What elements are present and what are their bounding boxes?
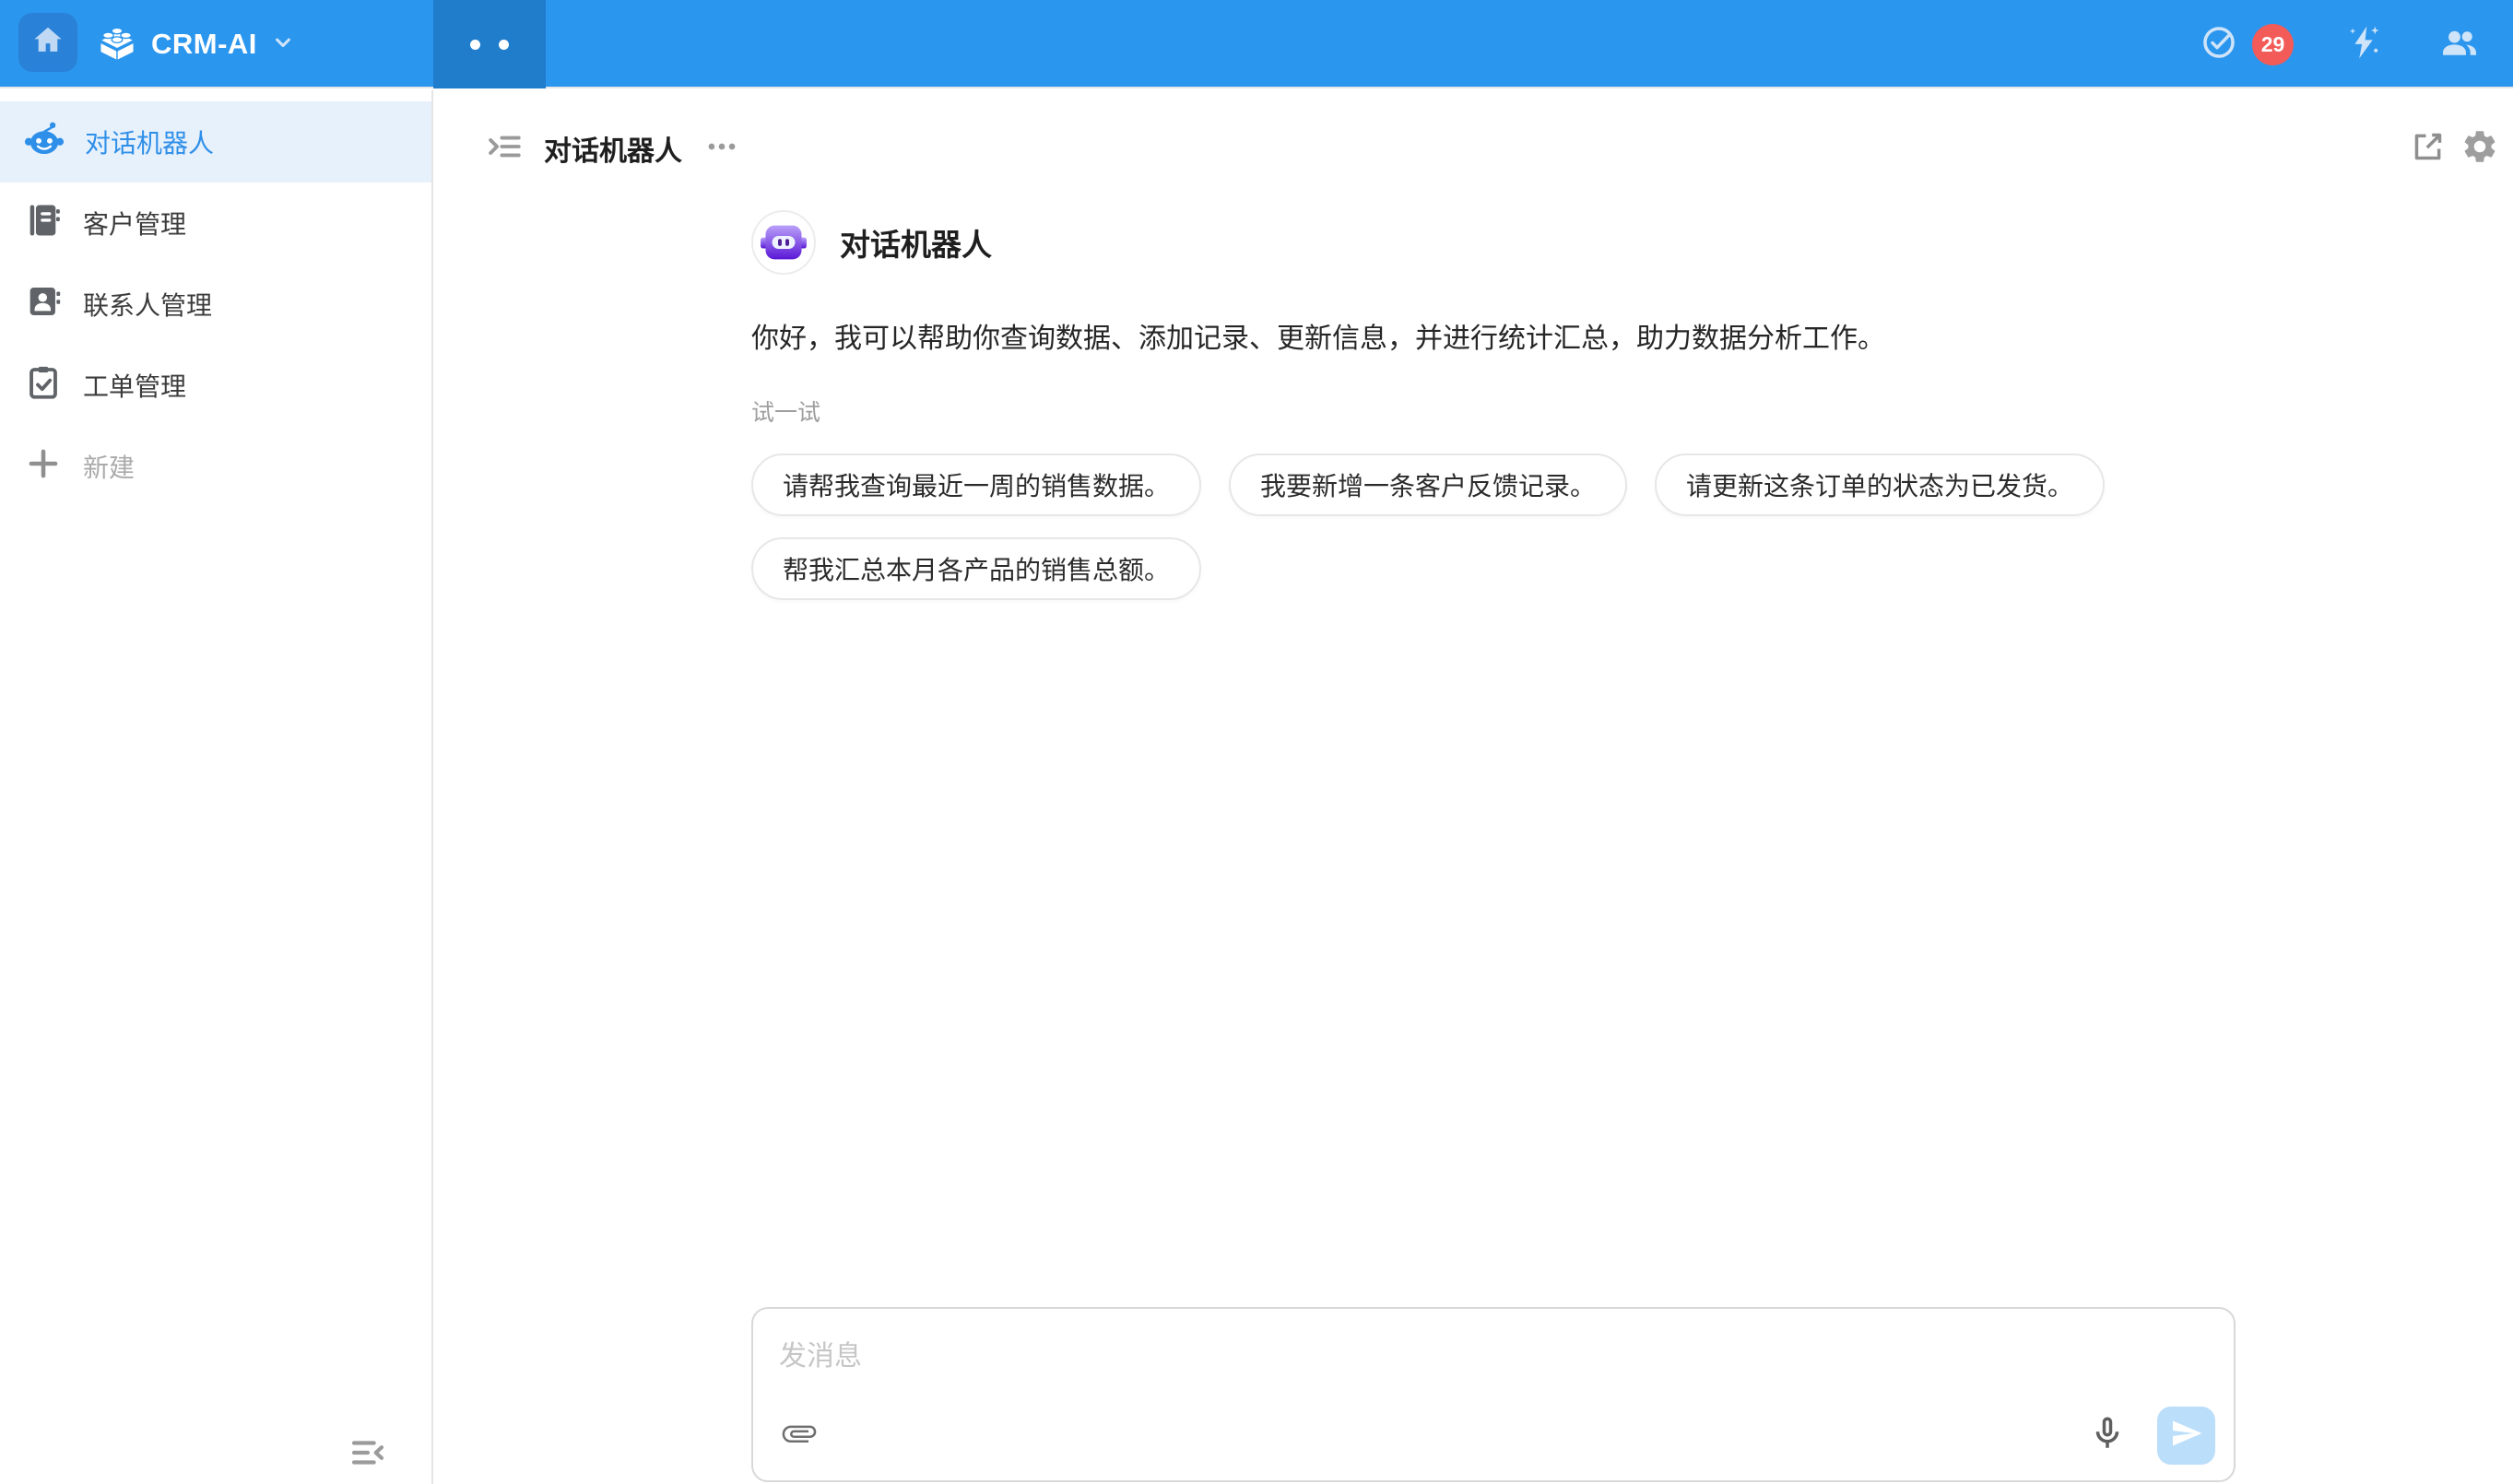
collapse-sidebar-button[interactable] bbox=[345, 1434, 391, 1475]
collapsed-tab[interactable] bbox=[433, 0, 546, 88]
main-header: 对话机器人 bbox=[435, 90, 2513, 206]
message-input[interactable] bbox=[753, 1309, 2234, 1403]
chat-area: 对话机器人 你好，我可以帮助你查询数据、添加记录、更新信息，并进行统计汇总，助力… bbox=[751, 210, 2236, 600]
plus-icon bbox=[24, 444, 63, 489]
sidebar-new-button[interactable]: 新建 bbox=[0, 426, 431, 507]
sidebar: 对话机器人 客户管理 bbox=[0, 90, 433, 1484]
main-content: 对话机器人 bbox=[435, 90, 2513, 1484]
sidebar-item-customers[interactable]: 客户管理 bbox=[0, 183, 431, 264]
sparkle-bolt-icon bbox=[2343, 22, 2384, 67]
collaborators-button[interactable] bbox=[2434, 18, 2485, 70]
ellipsis-icon bbox=[704, 129, 739, 169]
tab-more-dots-icon bbox=[499, 40, 509, 50]
sidebar-new-label: 新建 bbox=[83, 448, 135, 485]
suggestion-pill[interactable]: 请更新这条订单的状态为已发货。 bbox=[1655, 453, 2105, 516]
open-in-new-icon bbox=[2410, 128, 2447, 170]
message-composer bbox=[751, 1307, 2236, 1482]
send-button[interactable] bbox=[2157, 1407, 2215, 1465]
title-more-button[interactable] bbox=[704, 129, 739, 169]
automation-button[interactable] bbox=[2338, 18, 2389, 70]
home-icon bbox=[30, 23, 65, 63]
bot-avatar bbox=[751, 210, 816, 275]
notification-badge[interactable]: 29 bbox=[2252, 24, 2294, 65]
sidebar-item-tickets[interactable]: 工单管理 bbox=[0, 345, 431, 426]
people-icon bbox=[2439, 22, 2480, 67]
topbar: CRM-AI 29 bbox=[0, 0, 2513, 88]
tab-more-dots-icon bbox=[470, 40, 480, 50]
expand-view-button[interactable] bbox=[2402, 123, 2454, 174]
paperclip-icon bbox=[781, 1415, 818, 1456]
bot-name: 对话机器人 bbox=[840, 220, 992, 265]
gear-icon bbox=[2460, 127, 2499, 171]
collapse-sidebar-icon bbox=[347, 1434, 389, 1476]
suggestion-pill[interactable]: 我要新增一条客户反馈记录。 bbox=[1229, 453, 1627, 516]
send-icon bbox=[2170, 1417, 2203, 1455]
sidebar-item-label: 工单管理 bbox=[83, 367, 186, 404]
voice-input-button[interactable] bbox=[2083, 1411, 2131, 1459]
sidebar-item-label: 联系人管理 bbox=[83, 286, 212, 323]
logo-brick-icon bbox=[96, 21, 138, 68]
suggestion-list: 请帮我查询最近一周的销售数据。 我要新增一条客户反馈记录。 请更新这条订单的状态… bbox=[751, 453, 2134, 600]
app-name: CRM-AI bbox=[151, 28, 257, 61]
settings-button[interactable] bbox=[2454, 123, 2506, 174]
contact-card-icon bbox=[24, 282, 63, 327]
try-label: 试一试 bbox=[751, 395, 2236, 428]
robot-icon bbox=[24, 119, 65, 166]
sidebar-item-label: 客户管理 bbox=[83, 205, 186, 241]
menu-open-icon[interactable] bbox=[485, 127, 524, 171]
chevron-down-icon bbox=[270, 29, 296, 60]
tasks-button[interactable] bbox=[2193, 18, 2245, 70]
clipboard-check-icon bbox=[24, 363, 63, 408]
suggestion-pill[interactable]: 帮我汇总本月各产品的销售总额。 bbox=[751, 537, 1201, 600]
address-book-icon bbox=[24, 201, 63, 246]
microphone-icon bbox=[2088, 1414, 2127, 1457]
sidebar-item-label: 对话机器人 bbox=[85, 124, 214, 160]
check-circle-icon bbox=[2200, 23, 2238, 66]
attach-button[interactable] bbox=[775, 1411, 823, 1459]
page-title: 对话机器人 bbox=[544, 128, 682, 169]
bot-greeting: 你好，我可以帮助你查询数据、添加记录、更新信息，并进行统计汇总，助力数据分析工作… bbox=[751, 315, 2236, 356]
home-button[interactable] bbox=[18, 13, 77, 72]
sidebar-item-chatbot[interactable]: 对话机器人 bbox=[0, 101, 431, 183]
suggestion-pill[interactable]: 请帮我查询最近一周的销售数据。 bbox=[751, 453, 1201, 516]
sidebar-item-contacts[interactable]: 联系人管理 bbox=[0, 264, 431, 345]
app-logo[interactable]: CRM-AI bbox=[96, 0, 296, 88]
